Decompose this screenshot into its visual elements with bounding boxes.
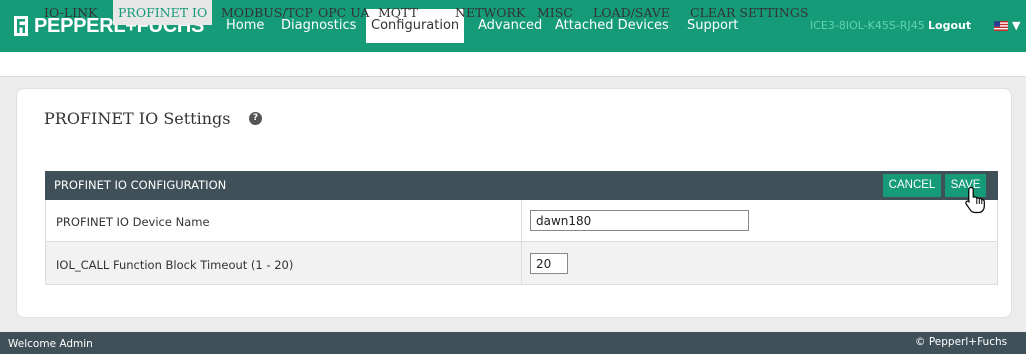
- config-table-title: PROFINET IO CONFIGURATION: [54, 178, 227, 192]
- logout-link[interactable]: Logout: [928, 9, 971, 43]
- subnav-clear-settings[interactable]: CLEAR SETTINGS: [686, 0, 812, 25]
- footer-bar: [0, 332, 1026, 354]
- subnav-mqtt[interactable]: MQTT: [374, 0, 422, 25]
- timeout-input[interactable]: [530, 253, 568, 274]
- welcome-text: Welcome Admin: [8, 338, 93, 350]
- help-icon[interactable]: ?: [249, 112, 262, 125]
- us-flag-icon[interactable]: [994, 21, 1008, 31]
- device-name-input[interactable]: [530, 210, 749, 231]
- device-name-label: PROFINET IO Device Name: [56, 215, 210, 229]
- page-title: PROFINET IO Settings: [44, 109, 231, 128]
- hand-pointer-cursor-icon: [965, 186, 985, 214]
- subnav-io-link[interactable]: IO-LINK: [40, 0, 101, 25]
- timeout-label: IOL_CALL Function Block Timeout (1 - 20): [56, 258, 294, 272]
- subnav-opc-ua[interactable]: OPC UA: [314, 0, 373, 25]
- subnav-misc[interactable]: MISC: [533, 0, 577, 25]
- subnav-network[interactable]: NETWORK: [451, 0, 529, 25]
- subnav-load-save[interactable]: LOAD/SAVE: [589, 0, 674, 25]
- language-dropdown-caret-icon[interactable]: ▼: [1012, 19, 1020, 33]
- column-divider: [521, 200, 522, 285]
- subnav-modbus-tcp[interactable]: MODBUS/TCP: [217, 0, 317, 25]
- config-subnav: [0, 52, 1026, 77]
- cancel-button[interactable]: CANCEL: [883, 174, 941, 197]
- copyright-text: © Pepperl+Fuchs: [915, 336, 1008, 348]
- subnav-profinet-io[interactable]: PROFINET IO: [113, 0, 213, 25]
- pepperl-fuchs-logo-icon: [14, 16, 28, 36]
- device-id-label: ICE3-8IOL-K45S-RJ45: [810, 19, 925, 32]
